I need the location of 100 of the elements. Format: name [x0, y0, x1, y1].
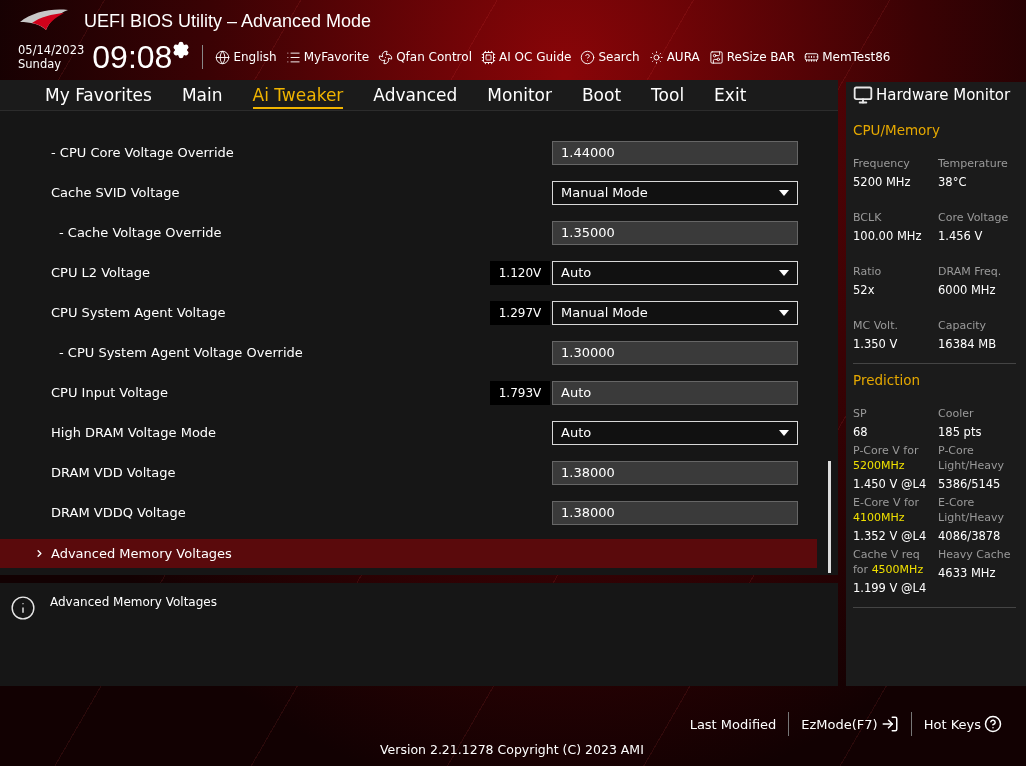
dropdown[interactable]: Auto — [552, 420, 798, 445]
fan-icon — [378, 49, 394, 65]
panel-title: Hardware Monitor — [876, 86, 1011, 104]
settings-icon[interactable] — [172, 41, 191, 59]
caret-icon — [779, 309, 789, 316]
setting-label: CPU Input Voltage — [51, 385, 170, 401]
setting-label: Cache SVID Voltage — [51, 185, 181, 201]
help-icon — [984, 715, 1002, 733]
stat-value: 1.350 V — [853, 337, 899, 351]
toolbar-button[interactable]: Search — [580, 49, 640, 65]
footer-button[interactable]: Last Modified — [677, 716, 789, 732]
stat-value: 5386/5145 — [938, 477, 1002, 491]
menu-tab[interactable]: Main — [181, 80, 223, 109]
voltage-reading: 1.793V — [490, 380, 550, 405]
stat-label: SP — [853, 406, 868, 421]
stat-value: 68 — [853, 425, 869, 439]
setting-label: CPU System Agent Voltage — [51, 305, 227, 321]
sun-icon — [648, 49, 664, 65]
stat-value: 6000 MHz — [938, 283, 997, 297]
voltage-reading: 1.120V — [490, 260, 550, 285]
stat-value: 100.00 MHz — [853, 229, 923, 243]
toolbar-button[interactable]: MyFavorite — [285, 49, 370, 65]
stat-label: Temperature — [938, 156, 1009, 171]
menu-tab[interactable]: Tool — [651, 80, 685, 109]
menu-tab[interactable]: Advanced — [373, 80, 458, 109]
submenu-item[interactable]: Advanced Memory Voltages — [0, 538, 817, 568]
input-field[interactable]: Auto — [552, 380, 798, 405]
toolbar-button[interactable]: MemTest86 — [804, 49, 891, 65]
stat-label: Cooler — [938, 406, 975, 421]
clock-time: 09:08 — [92, 40, 173, 74]
dropdown[interactable]: Manual Mode — [552, 180, 798, 205]
stat-value: 52x — [853, 283, 876, 297]
stat-value: 1.199 V @L4 — [853, 581, 928, 595]
toolbar-button[interactable]: AURA — [648, 49, 700, 65]
setting-label: DRAM VDDQ Voltage — [51, 505, 187, 521]
setting-label: CPU L2 Voltage — [51, 265, 151, 281]
stat-label: Core Voltage — [938, 210, 1010, 225]
stat-label: DRAM Freq. — [938, 264, 1003, 279]
stat-label: E-Core Light/Heavy — [938, 495, 1005, 525]
chip-icon — [480, 49, 496, 65]
caret-icon — [779, 269, 789, 276]
stat-label: MC Volt. — [853, 318, 899, 333]
toolbar-button[interactable]: English — [215, 49, 277, 65]
version-text: Version 2.21.1278 Copyright (C) 2023 AMI — [380, 742, 644, 757]
menu-tab[interactable]: Exit — [714, 80, 747, 109]
info-icon — [10, 595, 36, 622]
dropdown[interactable]: Manual Mode — [552, 300, 798, 325]
setting-label: - CPU Core Voltage Override — [51, 145, 235, 161]
menu-tab[interactable]: Boot — [581, 80, 622, 109]
stat-value: 5200 MHz — [853, 175, 912, 189]
date-text: 05/14/2023 — [18, 43, 85, 57]
setting-label: - CPU System Agent Voltage Override — [59, 345, 304, 361]
caret-icon — [779, 429, 789, 436]
footer-button[interactable]: Hot Keys — [911, 715, 1014, 733]
circuit-board-icon — [708, 49, 724, 65]
stat-value: 38°C — [938, 175, 968, 189]
window-title: UEFI BIOS Utility – Advanced Mode — [84, 10, 372, 32]
stat-value: 185 pts — [938, 425, 983, 439]
scrollbar[interactable] — [828, 460, 831, 573]
day-text: Sunday — [18, 57, 63, 71]
dropdown[interactable]: Auto — [552, 260, 798, 285]
stat-value: 1.352 V @L4 — [853, 529, 928, 543]
setting-label: DRAM VDD Voltage — [51, 465, 177, 481]
list-icon — [285, 49, 301, 65]
footer-button[interactable]: EzMode(F7) — [789, 715, 911, 733]
stat-label: Cache V req for 4500MHz — [853, 547, 925, 577]
help-text: Advanced Memory Voltages — [50, 595, 217, 612]
input-field[interactable]: 1.38000 — [552, 460, 798, 485]
stat-label: Ratio — [853, 264, 883, 279]
help-icon — [580, 49, 596, 65]
stat-label: E-Core V for 4100MHz — [853, 495, 921, 525]
setting-label: High DRAM Voltage Mode — [51, 425, 218, 441]
menu-tab[interactable]: Ai Tweaker — [252, 80, 344, 109]
stat-label: BCLK — [853, 210, 883, 225]
stat-label: Frequency — [853, 156, 911, 171]
stat-value: 4633 MHz — [938, 566, 997, 580]
input-field[interactable]: 1.44000 — [552, 140, 798, 165]
caret-icon — [779, 189, 789, 196]
toolbar-button[interactable]: AI OC Guide — [480, 49, 572, 65]
stat-value: 1.456 V — [938, 229, 984, 243]
stat-label: P-Core Light/Heavy — [938, 443, 1005, 473]
menu-tab[interactable]: My Favorites — [45, 80, 152, 109]
voltage-reading: 1.297V — [490, 300, 550, 325]
section-title: CPU/Memory — [853, 122, 941, 138]
setting-label: - Cache Voltage Override — [59, 225, 223, 241]
stat-label: Heavy Cache — [938, 547, 1012, 562]
menu-tab[interactable]: Monitor — [487, 80, 552, 109]
globe-icon — [215, 49, 231, 65]
input-field[interactable]: 1.35000 — [552, 220, 798, 245]
stat-label: P-Core V for 5200MHz — [853, 443, 920, 473]
input-field[interactable]: 1.30000 — [552, 340, 798, 365]
input-field[interactable]: 1.38000 — [552, 500, 798, 525]
stat-value: 16384 MB — [938, 337, 998, 351]
stat-value: 4086/3878 — [938, 529, 1002, 543]
stat-label: Capacity — [938, 318, 988, 333]
toolbar-button[interactable]: ReSize BAR — [708, 49, 796, 65]
stat-value: 1.450 V @L4 — [853, 477, 928, 491]
monitor-icon — [853, 85, 873, 105]
toolbar-button[interactable]: Qfan Control — [378, 49, 472, 65]
section-title: Prediction — [853, 372, 922, 388]
